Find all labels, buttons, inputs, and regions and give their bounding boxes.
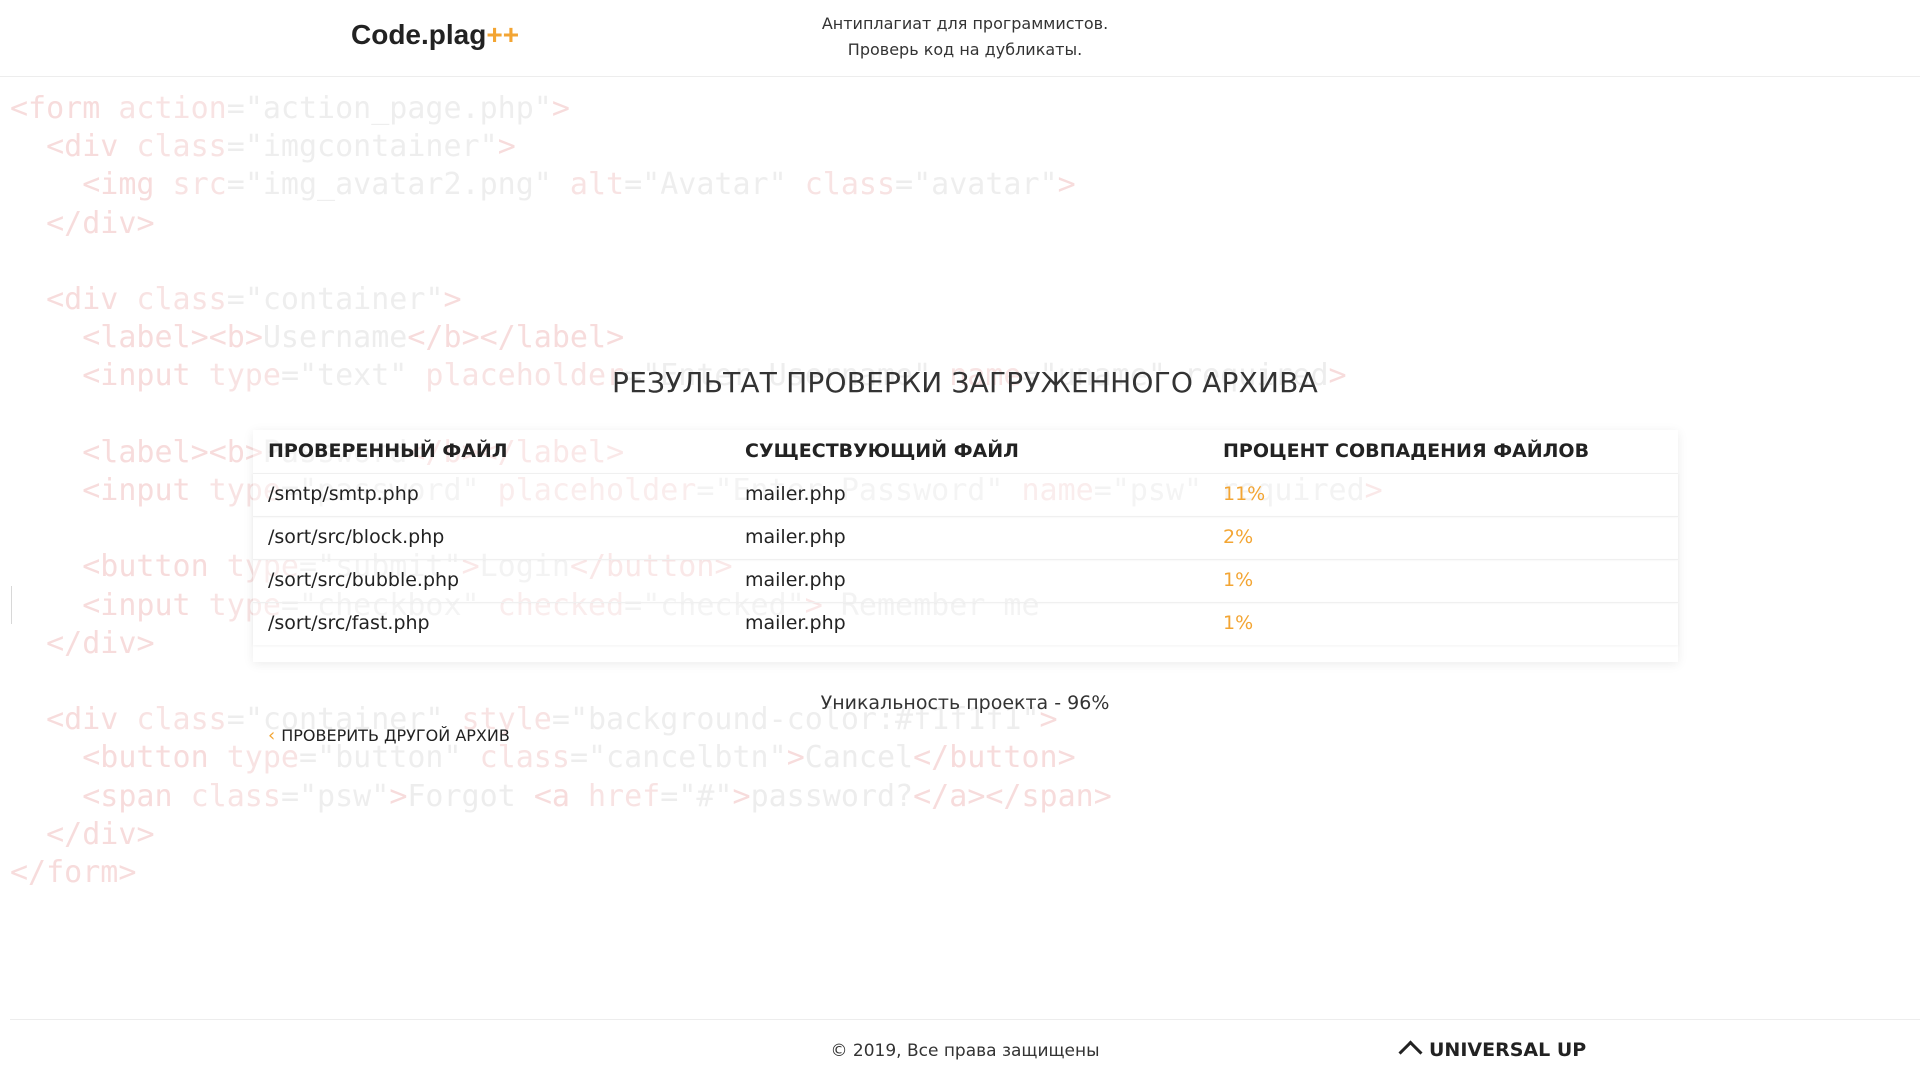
- checked-file-cell: /sort/src/block.php: [268, 526, 445, 548]
- tagline: Антиплагиат для программистов. Проверь к…: [810, 11, 1120, 63]
- page: <form action="action_page.php"> <div cla…: [0, 0, 1920, 1080]
- logo[interactable]: Code.plag++: [351, 19, 519, 51]
- match-percent-cell: 1%: [1223, 612, 1254, 634]
- checked-file-cell: /sort/src/bubble.php: [268, 569, 460, 591]
- existing-file-cell: mailer.php: [745, 483, 846, 505]
- chevron-left-icon: ‹: [268, 725, 276, 746]
- table-row: /sort/src/bubble.php mailer.php 1%: [253, 559, 1678, 602]
- match-percent-cell: 11%: [1223, 483, 1266, 505]
- universal-up-link[interactable]: UNIVERSAL UP: [1398, 1039, 1587, 1065]
- table-row: /sort/src/block.php mailer.php 2%: [253, 516, 1678, 559]
- table-row: /smtp/smtp.php mailer.php 11%: [253, 473, 1678, 516]
- header: Code.plag++ Антиплагиат для программисто…: [0, 0, 1920, 77]
- text-caret: [11, 586, 12, 624]
- column-header-checked-file: ПРОВЕРЕННЫЙ ФАЙЛ: [268, 440, 508, 462]
- table-header: ПРОВЕРЕННЫЙ ФАЙЛ СУЩЕСТВУЮЩИЙ ФАЙЛ ПРОЦЕ…: [253, 430, 1678, 473]
- match-percent-cell: 1%: [1223, 569, 1254, 591]
- table-row: /sort/src/fast.php mailer.php 1%: [253, 602, 1678, 645]
- copyright: © 2019, Все права защищены: [830, 1041, 1100, 1061]
- chevron-up-icon: [1398, 1040, 1423, 1065]
- logo-plus: ++: [486, 19, 520, 50]
- existing-file-cell: mailer.php: [745, 526, 846, 548]
- existing-file-cell: mailer.php: [745, 612, 846, 634]
- match-percent-cell: 2%: [1223, 526, 1254, 548]
- brand-label: UNIVERSAL UP: [1429, 1039, 1587, 1061]
- page-title: РЕЗУЛЬТАТ ПРОВЕРКИ ЗАГРУЖЕННОГО АРХИВА: [612, 366, 1318, 399]
- checked-file-cell: /smtp/smtp.php: [268, 483, 419, 505]
- column-header-match-percent: ПРОЦЕНТ СОВПАДЕНИЯ ФАЙЛОВ: [1223, 440, 1590, 462]
- checked-file-cell: /sort/src/fast.php: [268, 612, 430, 634]
- tagline-line2: Проверь код на дубликаты.: [847, 40, 1083, 59]
- uniqueness-text: Уникальность проекта - 96%: [820, 692, 1110, 714]
- check-another-archive-label: ПРОВЕРИТЬ ДРУГОЙ АРХИВ: [281, 726, 510, 745]
- footer-divider: [10, 1019, 1920, 1020]
- logo-text: Code.plag: [351, 19, 487, 50]
- existing-file-cell: mailer.php: [745, 569, 846, 591]
- tagline-line1: Антиплагиат для программистов.: [821, 14, 1109, 33]
- results-table: ПРОВЕРЕННЫЙ ФАЙЛ СУЩЕСТВУЮЩИЙ ФАЙЛ ПРОЦЕ…: [253, 430, 1678, 662]
- column-header-existing-file: СУЩЕСТВУЮЩИЙ ФАЙЛ: [745, 440, 1019, 462]
- check-another-archive-link[interactable]: ‹ ПРОВЕРИТЬ ДРУГОЙ АРХИВ: [268, 725, 510, 746]
